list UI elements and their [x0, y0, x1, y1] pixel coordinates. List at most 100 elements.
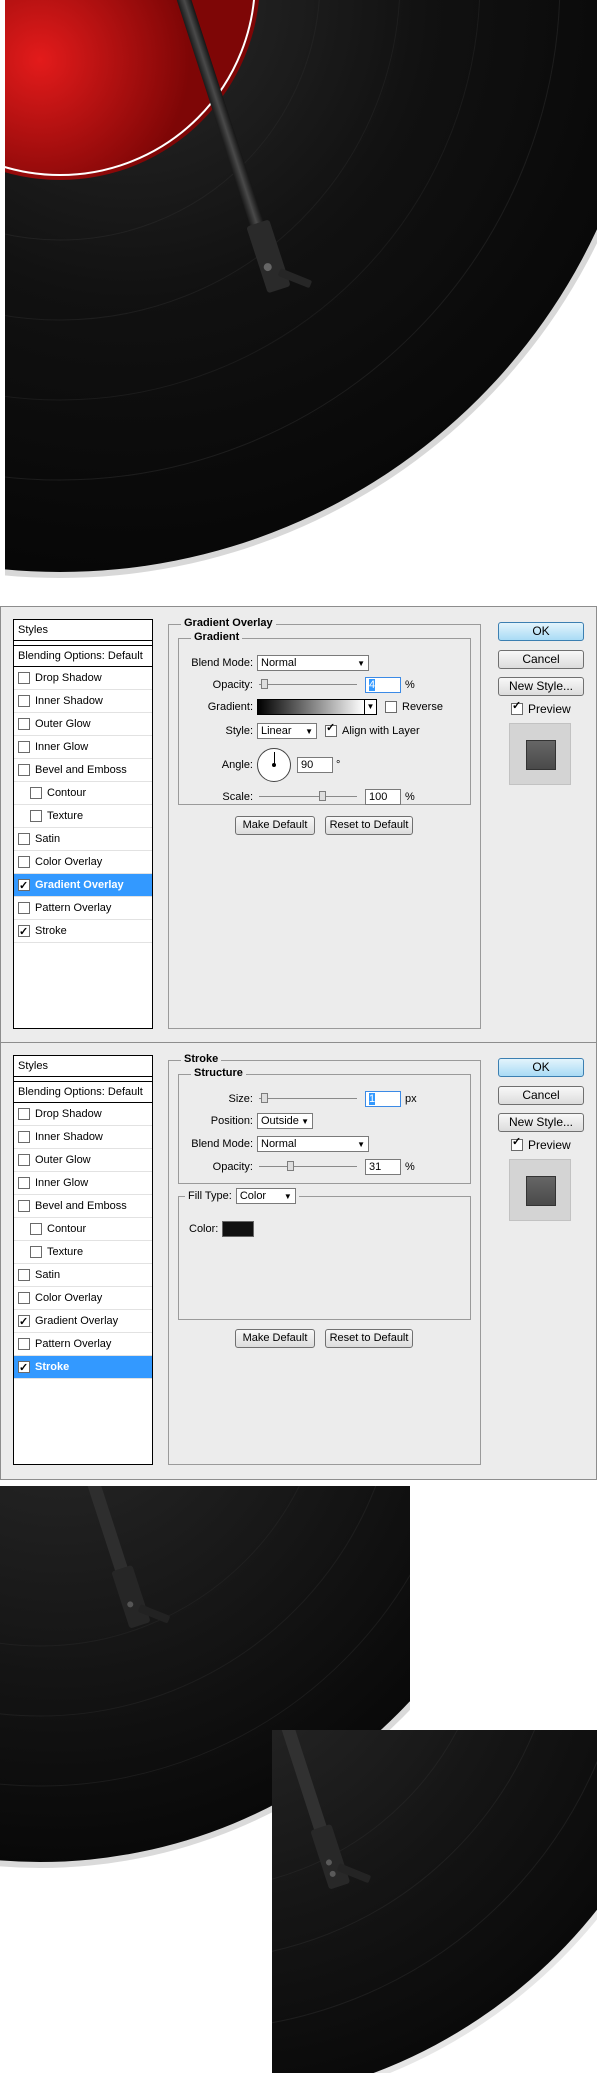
style-item-label: Stroke: [35, 1361, 70, 1373]
preview-checkbox[interactable]: [511, 1135, 523, 1151]
cancel-button[interactable]: Cancel: [498, 1086, 584, 1105]
style-item-contour[interactable]: Contour: [14, 782, 152, 805]
style-checkbox[interactable]: [18, 695, 30, 707]
ok-button[interactable]: OK: [498, 1058, 584, 1077]
styles-list: Styles Blending Options: Default Drop Sh…: [13, 619, 153, 1029]
styles-header[interactable]: Styles: [14, 1056, 152, 1077]
style-item-gradient-overlay[interactable]: Gradient Overlay: [14, 1310, 152, 1333]
reverse-checkbox[interactable]: [385, 701, 397, 713]
style-checkbox[interactable]: [18, 1357, 30, 1379]
style-item-inner-shadow[interactable]: Inner Shadow: [14, 690, 152, 713]
opacity-input[interactable]: 31: [365, 1159, 401, 1175]
style-checkbox[interactable]: [18, 1177, 30, 1189]
style-checkbox[interactable]: [18, 1200, 30, 1212]
style-item-inner-shadow[interactable]: Inner Shadow: [14, 1126, 152, 1149]
style-checkbox[interactable]: [18, 902, 30, 914]
style-item-satin[interactable]: Satin: [14, 828, 152, 851]
style-item-stroke[interactable]: Stroke: [14, 920, 152, 943]
style-item-pattern-overlay[interactable]: Pattern Overlay: [14, 1333, 152, 1356]
reverse-label: Reverse: [402, 701, 443, 713]
style-checkbox[interactable]: [18, 833, 30, 845]
blending-options-item[interactable]: Blending Options: Default: [14, 1081, 152, 1103]
chevron-down-icon: ▼: [305, 726, 313, 736]
style-item-bevel-and-emboss[interactable]: Bevel and Emboss: [14, 1195, 152, 1218]
chevron-down-icon: ▼: [357, 658, 365, 668]
style-checkbox[interactable]: [18, 741, 30, 753]
preview-checkbox[interactable]: [511, 699, 523, 715]
cancel-button[interactable]: Cancel: [498, 650, 584, 669]
size-slider[interactable]: [259, 1093, 357, 1105]
style-item-label: Pattern Overlay: [35, 902, 112, 914]
style-item-inner-glow[interactable]: Inner Glow: [14, 1172, 152, 1195]
angle-unit: °: [336, 759, 341, 771]
angle-dial[interactable]: [257, 748, 291, 782]
style-item-label: Outer Glow: [35, 1154, 91, 1166]
style-checkbox[interactable]: [18, 1154, 30, 1166]
opacity-slider[interactable]: [259, 679, 357, 691]
style-item-texture[interactable]: Texture: [14, 1241, 152, 1264]
style-item-satin[interactable]: Satin: [14, 1264, 152, 1287]
opacity-label: Opacity:: [212, 1161, 253, 1173]
gradient-label: Gradient:: [207, 701, 253, 713]
blend-mode-select[interactable]: Normal ▼: [257, 655, 369, 671]
reset-to-default-button[interactable]: Reset to Default: [325, 816, 413, 835]
style-checkbox[interactable]: [18, 672, 30, 684]
fill-type-select[interactable]: Color ▼: [235, 1188, 296, 1204]
style-checkbox[interactable]: [18, 1292, 30, 1304]
style-item-color-overlay[interactable]: Color Overlay: [14, 1287, 152, 1310]
position-select[interactable]: Outside ▼: [257, 1113, 313, 1129]
scale-slider[interactable]: [259, 791, 357, 803]
size-input[interactable]: 1: [365, 1091, 401, 1107]
new-style-button[interactable]: New Style...: [498, 677, 584, 696]
gradient-picker[interactable]: ▼: [257, 699, 377, 715]
style-item-contour[interactable]: Contour: [14, 1218, 152, 1241]
style-item-outer-glow[interactable]: Outer Glow: [14, 713, 152, 736]
style-select[interactable]: Linear ▼: [257, 723, 317, 739]
style-item-pattern-overlay[interactable]: Pattern Overlay: [14, 897, 152, 920]
ok-button[interactable]: OK: [498, 622, 584, 641]
chevron-down-icon[interactable]: ▼: [364, 700, 376, 714]
style-checkbox[interactable]: [30, 1246, 42, 1258]
opacity-slider[interactable]: [259, 1161, 357, 1173]
styles-header[interactable]: Styles: [14, 620, 152, 641]
style-item-stroke[interactable]: Stroke: [14, 1356, 152, 1379]
blending-options-item[interactable]: Blending Options: Default: [14, 645, 152, 667]
style-checkbox[interactable]: [18, 875, 30, 897]
angle-input[interactable]: 90: [297, 757, 333, 773]
style-item-color-overlay[interactable]: Color Overlay: [14, 851, 152, 874]
align-with-layer-checkbox[interactable]: [325, 721, 337, 737]
stroke-color-swatch[interactable]: [222, 1221, 255, 1237]
style-checkbox[interactable]: [18, 1338, 30, 1350]
make-default-button[interactable]: Make Default: [235, 816, 315, 835]
style-item-texture[interactable]: Texture: [14, 805, 152, 828]
style-checkbox[interactable]: [18, 1108, 30, 1120]
new-style-button[interactable]: New Style...: [498, 1113, 584, 1132]
style-item-inner-glow[interactable]: Inner Glow: [14, 736, 152, 759]
make-default-button[interactable]: Make Default: [235, 1329, 315, 1348]
style-checkbox[interactable]: [18, 1131, 30, 1143]
layer-style-dialog-stroke: Styles Blending Options: Default Drop Sh…: [0, 1042, 597, 1480]
style-checkbox[interactable]: [30, 1223, 42, 1235]
style-checkbox[interactable]: [18, 921, 30, 943]
reset-to-default-button[interactable]: Reset to Default: [325, 1329, 413, 1348]
blend-mode-select[interactable]: Normal ▼: [257, 1136, 369, 1152]
artwork-record-edge-right: [272, 1730, 597, 2073]
style-checkbox[interactable]: [18, 1311, 30, 1333]
scale-input[interactable]: 100: [365, 789, 401, 805]
opacity-input[interactable]: 4: [365, 677, 401, 693]
style-checkbox[interactable]: [30, 787, 42, 799]
style-item-outer-glow[interactable]: Outer Glow: [14, 1149, 152, 1172]
style-item-label: Contour: [47, 787, 87, 799]
style-checkbox[interactable]: [18, 718, 30, 730]
style-item-label: Pattern Overlay: [35, 1338, 112, 1350]
style-checkbox[interactable]: [30, 810, 42, 822]
style-item-bevel-and-emboss[interactable]: Bevel and Emboss: [14, 759, 152, 782]
style-item-drop-shadow[interactable]: Drop Shadow: [14, 667, 152, 690]
chevron-down-icon: ▼: [301, 1116, 309, 1126]
style-checkbox[interactable]: [18, 856, 30, 868]
style-item-drop-shadow[interactable]: Drop Shadow: [14, 1103, 152, 1126]
style-checkbox[interactable]: [18, 764, 30, 776]
style-checkbox[interactable]: [18, 1269, 30, 1281]
style-item-gradient-overlay[interactable]: Gradient Overlay: [14, 874, 152, 897]
style-item-label: Inner Glow: [35, 741, 89, 753]
